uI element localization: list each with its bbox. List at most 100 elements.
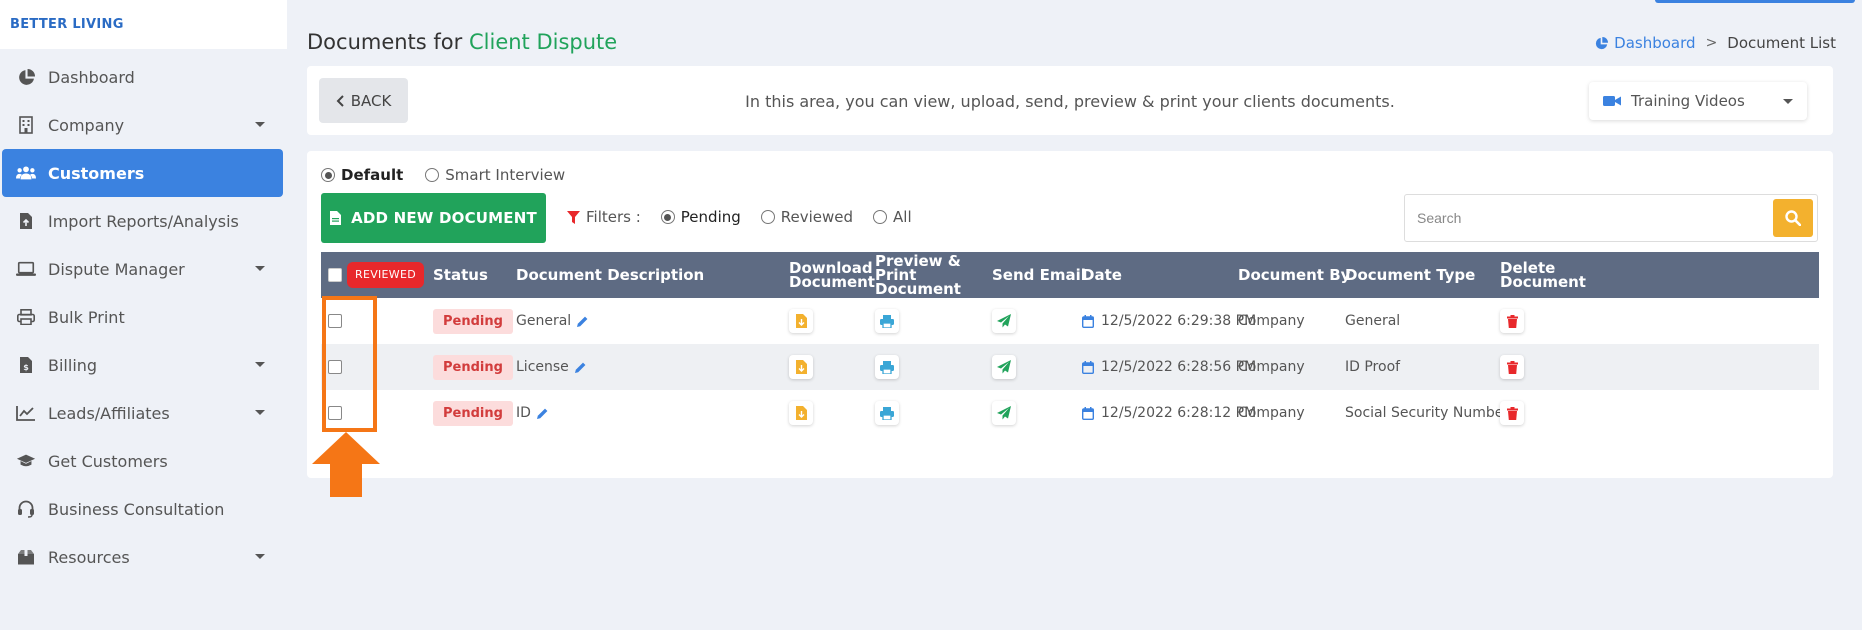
mode-radio-smart-interview[interactable]: Smart Interview	[425, 166, 565, 184]
radio-indicator	[760, 210, 775, 224]
radio-indicator	[425, 168, 440, 182]
training-videos-label: Training Videos	[1631, 92, 1745, 110]
users-icon	[16, 163, 36, 183]
mode-radio-label: Smart Interview	[445, 166, 566, 184]
status-badge: Pending	[433, 308, 513, 334]
paper-plane-icon	[997, 314, 1011, 328]
chevron-down-icon	[255, 554, 265, 559]
pencil-icon[interactable]	[536, 407, 549, 420]
arrow-up-icon	[312, 432, 380, 497]
preview-print-button[interactable]	[875, 401, 899, 425]
sidebar-item-label: Import Reports/Analysis	[48, 211, 239, 231]
calendar-icon	[1082, 406, 1094, 420]
chart-pie-icon	[16, 67, 36, 87]
sidebar-item-customers[interactable]: Customers	[2, 149, 283, 197]
sidebar-nav: Dashboard Company Customers Import Repor…	[0, 53, 287, 581]
delete-document-button[interactable]	[1500, 355, 1524, 379]
select-all-checkbox[interactable]	[328, 268, 342, 282]
breadcrumb-current: Document List	[1727, 34, 1836, 52]
col-description: Document Description	[516, 266, 705, 284]
send-email-button[interactable]	[992, 401, 1016, 425]
info-header-card: BACK In this area, you can view, upload,…	[307, 66, 1833, 135]
search-icon	[1785, 210, 1801, 226]
printer-icon	[880, 314, 894, 328]
preview-print-button[interactable]	[875, 355, 899, 379]
breadcrumb-separator: >	[1705, 35, 1718, 51]
download-document-button[interactable]	[789, 401, 813, 425]
add-new-document-button[interactable]: ADD NEW DOCUMENT	[321, 193, 546, 243]
search-input[interactable]	[1405, 195, 1773, 241]
mode-radio-group: Default Smart Interview	[321, 166, 565, 184]
status-filter-group: Filters : Pending Reviewed All	[567, 208, 912, 226]
page-title-prefix: Documents for	[307, 30, 463, 54]
calendar-icon	[1082, 314, 1094, 328]
filter-radio-reviewed[interactable]: Reviewed	[760, 208, 853, 226]
filter-radio-label: All	[893, 208, 912, 226]
send-email-button[interactable]	[992, 355, 1016, 379]
training-videos-dropdown[interactable]: Training Videos	[1589, 82, 1807, 120]
breadcrumb: Dashboard > Document List	[1595, 34, 1836, 52]
filter-icon	[567, 210, 580, 224]
sidebar-item-bulk-print[interactable]: Bulk Print	[2, 293, 283, 341]
page-title: Documents for Client Dispute	[307, 30, 617, 54]
document-type: Social Security Number	[1345, 405, 1510, 421]
col-document-type: Document Type	[1345, 266, 1476, 284]
box-icon	[16, 547, 36, 567]
sidebar-item-label: Company	[48, 115, 125, 135]
sidebar-item-billing[interactable]: $ Billing	[2, 341, 283, 389]
mode-radio-default[interactable]: Default	[321, 166, 403, 184]
table-row: Pending License 12/5/2022 6:28:56 PM Com…	[321, 344, 1819, 390]
document-by: Company	[1238, 359, 1305, 375]
graduation-cap-icon	[16, 451, 36, 471]
document-date: 12/5/2022 6:28:12 PM	[1101, 405, 1257, 421]
sidebar-item-resources[interactable]: Resources	[2, 533, 283, 581]
status-badge: Pending	[433, 354, 513, 380]
chevron-down-icon	[1783, 99, 1793, 104]
pencil-icon[interactable]	[574, 361, 587, 374]
table-row: Pending ID 12/5/2022 6:28:12 PM Company …	[321, 390, 1819, 436]
search-button[interactable]	[1773, 199, 1813, 237]
reviewed-action[interactable]: REVIEWED	[347, 252, 425, 298]
brand-logo[interactable]: BETTER LIVING	[0, 0, 287, 49]
paper-plane-icon	[997, 406, 1011, 420]
send-email-button[interactable]	[992, 309, 1016, 333]
sidebar-item-dispute-manager[interactable]: Dispute Manager	[2, 245, 283, 293]
documents-table: REVIEWED Status Document Description Dow…	[321, 252, 1819, 436]
pencil-icon[interactable]	[576, 315, 589, 328]
filter-radio-all[interactable]: All	[873, 208, 912, 226]
sidebar-item-label: Leads/Affiliates	[48, 403, 170, 423]
document-type: General	[1345, 313, 1401, 329]
delete-document-button[interactable]	[1500, 401, 1524, 425]
sidebar-item-dashboard[interactable]: Dashboard	[2, 53, 283, 101]
chevron-down-icon	[255, 410, 265, 415]
trash-icon	[1506, 406, 1518, 420]
sidebar-item-get-customers[interactable]: Get Customers	[2, 437, 283, 485]
download-document-button[interactable]	[789, 309, 813, 333]
add-new-document-label: ADD NEW DOCUMENT	[351, 209, 537, 227]
top-accent-bar	[1655, 0, 1855, 3]
sidebar-item-import-reports[interactable]: Import Reports/Analysis	[2, 197, 283, 245]
calendar-icon	[1082, 360, 1094, 374]
download-document-button[interactable]	[789, 355, 813, 379]
sidebar-item-company[interactable]: Company	[2, 101, 283, 149]
delete-document-button[interactable]	[1500, 309, 1524, 333]
trash-icon	[1506, 314, 1518, 328]
filter-radio-pending[interactable]: Pending	[660, 208, 741, 226]
reviewed-badge-button[interactable]: REVIEWED	[347, 262, 425, 288]
line-chart-icon	[16, 403, 36, 423]
header-select-all[interactable]	[328, 252, 342, 298]
col-send-email: Send Email	[992, 266, 1086, 284]
file-download-icon	[795, 314, 807, 328]
preview-print-button[interactable]	[875, 309, 899, 333]
chevron-down-icon	[255, 362, 265, 367]
sidebar-item-business-consultation[interactable]: Business Consultation	[2, 485, 283, 533]
document-by: Company	[1238, 405, 1305, 421]
video-camera-icon	[1603, 96, 1621, 106]
documents-card: Default Smart Interview ADD NEW DOCUMENT…	[307, 151, 1833, 478]
trash-icon	[1506, 360, 1518, 374]
sidebar-item-leads-affiliates[interactable]: Leads/Affiliates	[2, 389, 283, 437]
col-download: Download Document	[789, 259, 875, 291]
radio-indicator	[660, 210, 675, 224]
breadcrumb-dashboard-link[interactable]: Dashboard	[1595, 34, 1696, 52]
paper-plane-icon	[997, 360, 1011, 374]
